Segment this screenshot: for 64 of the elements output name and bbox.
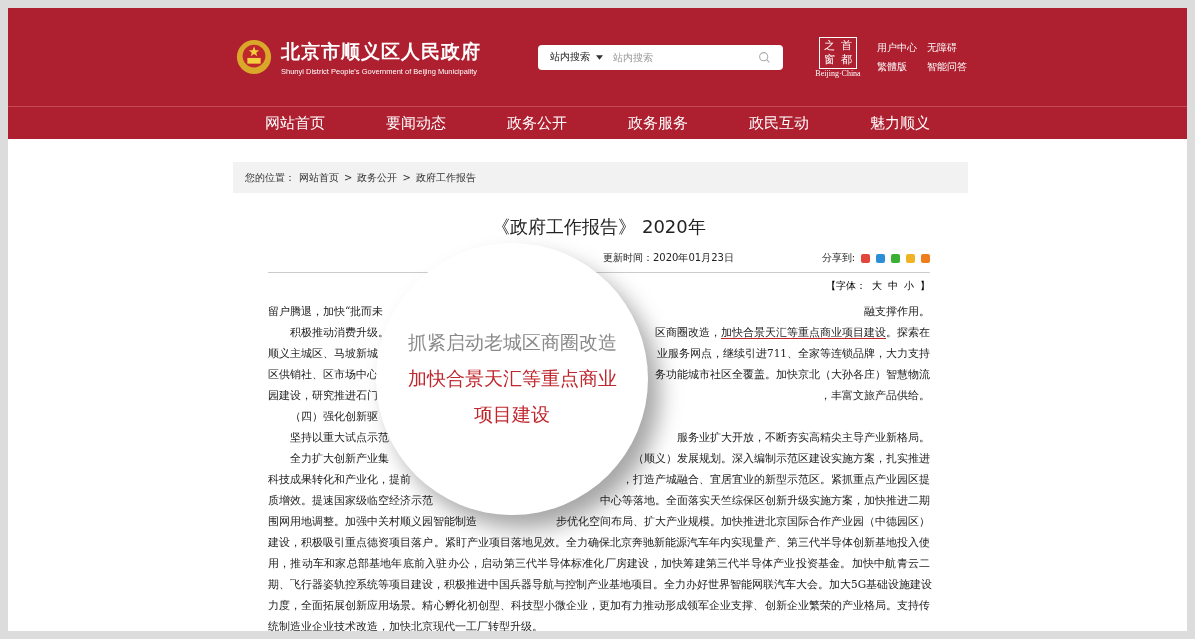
breadcrumb-separator: > [344,172,353,183]
share-icon[interactable] [921,253,930,263]
text-line: （顺义）发展规划。深入编制示范区建设实施方案，扎实推进 [633,451,930,466]
text-line: 统制造业企业技术改造，加快北京现代一工厂转型升级。 [268,619,543,631]
breadcrumb-label: 您的位置： [245,170,295,185]
breadcrumb-link[interactable]: 政务公开 [357,170,398,185]
share-icon[interactable] [861,253,870,263]
nav-item[interactable]: 政务公开 [476,113,598,133]
site-title: 北京市顺义区人民政府 [281,38,481,64]
breadcrumb-link[interactable]: 政府工作报告 [415,170,476,185]
search-scope-dropdown[interactable]: 站内搜索 [550,50,590,64]
update-time: 更新时间：2020年01月23日 [603,251,734,265]
text-line: 区供销社、区市场中心 [268,367,378,382]
header-link[interactable]: 用户中心 [877,40,917,55]
text-line: 区商圈改造，加快合景天汇等重点商业项目建设。探索在 [655,325,930,340]
nav-item[interactable]: 要闻动态 [355,113,477,133]
share-label: 分享到: [821,251,855,265]
text-line: 积极推动消费升级。 [289,325,389,340]
magnified-text: 项目建设 [474,402,550,427]
article-title: 《政府工作报告》 2020年 [491,215,707,239]
text-line: 务功能城市社区全覆盖。加快京北（大孙各庄）智慧物流 [655,367,930,382]
nav-item[interactable]: 网站首页 [234,113,356,133]
share-icon[interactable] [876,253,885,263]
magnified-text: 抓紧启动老城区商圈改造 [407,330,617,355]
emblem-icon [235,38,273,76]
magnified-text: 加快合景天汇等重点商业 [407,366,617,391]
text-line: 园建设，研究推进石门 [268,388,378,403]
nav-item[interactable]: 政务服务 [597,113,719,133]
header-link[interactable]: 智能问答 [927,59,967,74]
breadcrumb-separator: > [402,172,411,183]
text-line: （四）强化创新驱 [289,409,378,424]
text-line: 步优化空间布局、扩大产业规模。加快推进北京国际合作产业园（中德园区） [556,514,930,529]
font-size-bracket: 】 [920,279,930,293]
text-line: 坚持以重大试点示范 [289,430,389,445]
nav-item[interactable]: 魅力顺义 [839,113,961,133]
header-link[interactable]: 无障碍 [927,40,967,55]
nav-item[interactable]: 政民互动 [718,113,840,133]
text-line: 质增效。提速国家级临空经济示范 [268,493,433,508]
text-line: 围网用地调整。加强中关村顺义园智能制造 [268,514,477,529]
text-line: 力度，全面拓展创新应用场景。精心孵化初创型、科技型小微企业，更加有力推动形成领军企业支撑、创新企业繁荣的产业格局。支持传 [268,598,930,613]
font-size-option[interactable]: 中 [888,279,898,293]
header-link[interactable]: 繁體版 [877,59,917,74]
text-line: 全力扩大创新产业集 [289,451,389,466]
text-line: 留户腾退，加快“批而未 [268,304,384,319]
text-line: 服务业扩大开放，不断夯实高精尖主导产业新格局。 [677,430,930,445]
text-line: ，丰富文旅产品供给。 [820,388,930,403]
font-size-bracket: 【字体： [826,279,866,293]
font-size-option[interactable]: 小 [904,279,914,293]
share-icon[interactable] [906,253,915,263]
text-line: ，打造产城融合、宜居宜业的新型示范区。紧抓重点产业园区提 [622,472,930,487]
search-field[interactable]: 站内搜索 站内搜索 [538,44,783,70]
text-line: 业服务网点，继续引进711、全家等连锁品牌，大力支持 [656,346,930,361]
text-line: 期、飞行器姿轨控系统等项目建设，积极推进中国兵器导航与控制产业基地项目。全力办好世界智能网联汽车大会。加大5G基础设施建设 [268,577,933,592]
font-size-option[interactable]: 大 [872,279,882,293]
text-line: 科技成果转化和产业化，提前 [268,472,411,487]
text-line: 中心等落地。全面落实天竺综保区创新升级实施方案，加快推进二期 [600,493,930,508]
text-line: 用，推动车和家总部基地年底前入驻办公，启动第三代半导体标准化厂房建设，加快筹建第三代半导体产业投资基金。加快中航青云二 [268,556,930,571]
text-line: 融支撑作用。 [864,304,930,319]
search-icon[interactable] [758,50,771,64]
text-line: 建设，积极吸引重点德资项目落户。紧盯产业项目落地见效。全力确保北京奔驰新能源汽车年内实现量产、第三代半导体创新基地投入使 [268,535,930,550]
breadcrumb-link[interactable]: 网站首页 [299,170,339,185]
share-icon[interactable] [891,253,900,263]
caret-icon[interactable] [596,54,603,60]
text-line: 顺义主城区、马坡新城 [268,346,378,361]
